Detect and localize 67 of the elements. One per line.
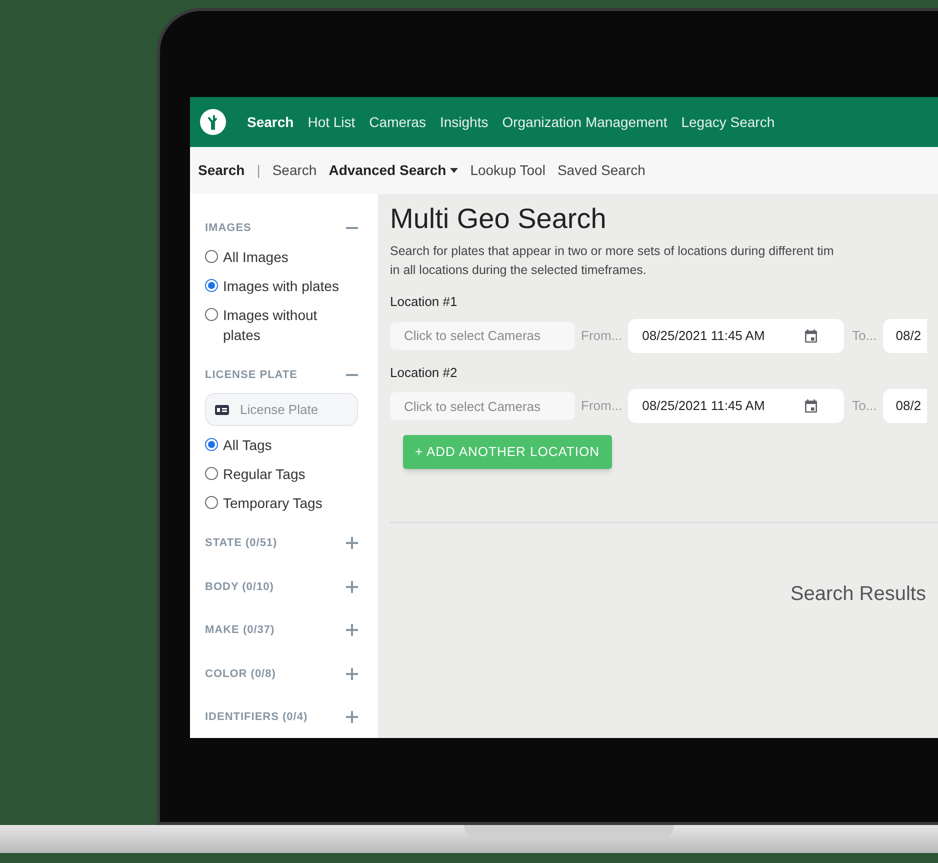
- radio-button[interactable]: [205, 308, 218, 320]
- caret-icon: [450, 168, 458, 173]
- plus-icon: [346, 624, 358, 636]
- radio-button[interactable]: [205, 467, 218, 480]
- description-text: in all locations during the selected timeframes.: [390, 262, 648, 279]
- from-label: From...: [581, 397, 622, 416]
- separator-text: |: [256, 161, 260, 180]
- section-heading: IDENTIFIERS (0/4): [205, 710, 308, 725]
- license-plate-field[interactable]: License Plate: [205, 393, 358, 426]
- sub-nav-title: Search: [198, 161, 245, 180]
- sub-nav-link[interactable]: Saved Search: [557, 160, 646, 181]
- date-value: 08/25/2021 11:45 AM: [642, 397, 765, 416]
- plus-icon: [346, 580, 358, 593]
- nav-link[interactable]: Hot List: [308, 112, 356, 132]
- sub-nav-link[interactable]: Search: [272, 160, 317, 181]
- option-label: Regular Tags: [223, 465, 306, 484]
- sub-nav-link[interactable]: Lookup Tool: [470, 160, 546, 181]
- camera-select-field[interactable]: Click to select Cameras: [390, 392, 575, 420]
- section-heading: BODY (0/10): [205, 580, 274, 594]
- plate-card-icon: [215, 405, 229, 415]
- nav-link[interactable]: Legacy Search: [681, 112, 775, 132]
- plus-icon: [346, 711, 358, 724]
- section-heading: MAKE (0/37): [205, 623, 275, 638]
- radio-button[interactable]: [205, 438, 218, 451]
- nav-link[interactable]: Cameras: [369, 112, 426, 132]
- section-heading: IMAGES: [205, 221, 252, 236]
- plus-icon: [346, 668, 358, 680]
- to-label: To...: [852, 326, 877, 345]
- calendar-icon[interactable]: [803, 328, 820, 344]
- plus-icon: [346, 537, 358, 550]
- option-label: Images without plates: [223, 306, 318, 344]
- option-label: All Images: [223, 248, 288, 266]
- from-date-field[interactable]: 08/25/2021 11:45 AM: [628, 389, 844, 423]
- location-label: Location #1: [390, 293, 458, 311]
- option-label: Images with plates: [223, 276, 339, 296]
- sub-nav-link[interactable]: Advanced Search: [328, 160, 458, 181]
- option-label: Temporary Tags: [223, 494, 322, 513]
- radio-button[interactable]: [205, 250, 218, 262]
- date-value: 08/2: [896, 397, 922, 416]
- sprout-logo-icon[interactable]: [200, 109, 226, 135]
- to-date-field[interactable]: 08/2: [882, 318, 927, 352]
- camera-select-field[interactable]: Click to select Cameras: [390, 322, 575, 350]
- section-heading: STATE (0/51): [205, 536, 278, 551]
- date-value: 08/2: [896, 326, 922, 345]
- expand-button[interactable]: [346, 580, 358, 593]
- radio-button[interactable]: [205, 278, 218, 292]
- description-text: Search for plates that appear in two or more sets of locations during different tim: [390, 243, 835, 260]
- date-value: 08/25/2021 11:45 AM: [642, 326, 765, 345]
- results-heading: Search Results: [790, 582, 926, 607]
- from-date-field[interactable]: 08/25/2021 11:45 AM: [628, 318, 844, 352]
- from-label: From...: [581, 326, 622, 345]
- expand-button[interactable]: [346, 668, 358, 680]
- expand-button[interactable]: [346, 537, 358, 550]
- nav-link[interactable]: Organization Management: [502, 112, 668, 132]
- to-date-field[interactable]: 08/2: [882, 389, 927, 423]
- section-heading: LICENSE PLATE: [205, 368, 298, 382]
- nav-link[interactable]: Insights: [440, 112, 488, 132]
- nav-link[interactable]: Search: [247, 112, 294, 132]
- section-heading: COLOR (0/8): [205, 666, 276, 682]
- calendar-icon[interactable]: [803, 398, 820, 414]
- expand-button[interactable]: [346, 624, 358, 636]
- to-label: To...: [852, 397, 877, 416]
- page-title: Multi Geo Search: [390, 202, 608, 236]
- option-label: All Tags: [223, 436, 272, 455]
- radio-button[interactable]: [205, 496, 218, 509]
- expand-button[interactable]: [346, 711, 358, 724]
- location-label: Location #2: [390, 364, 458, 382]
